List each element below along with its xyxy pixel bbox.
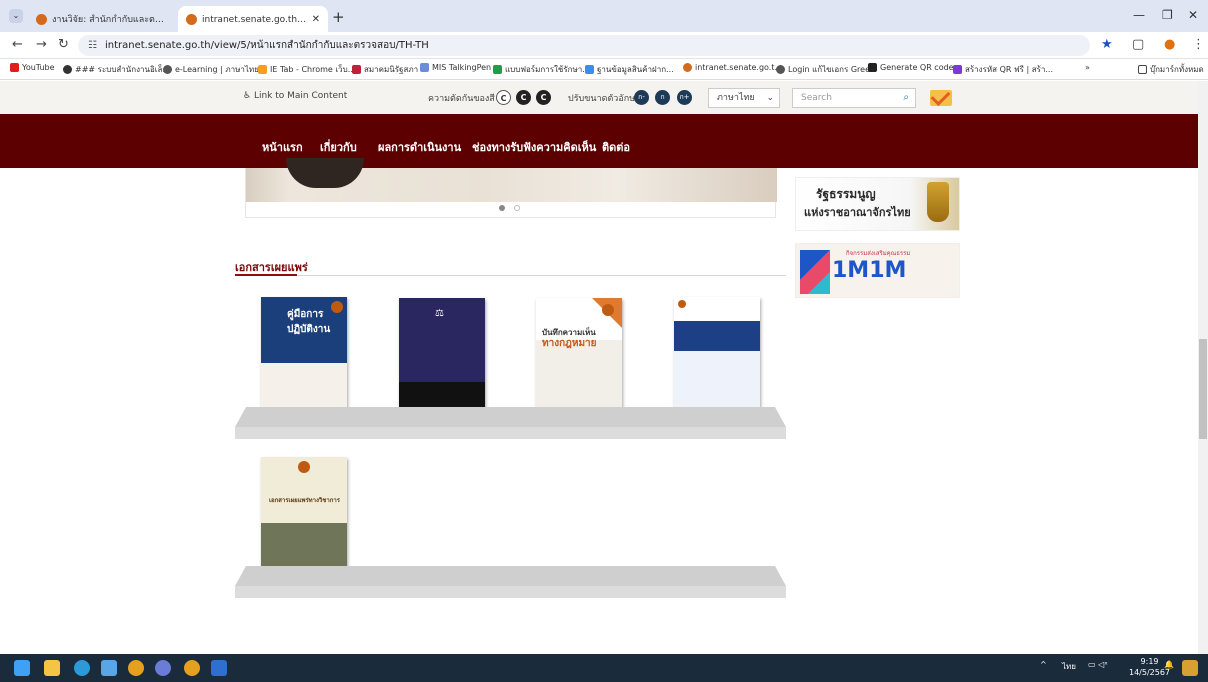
bookmark-item[interactable]: YouTube [10,63,55,72]
font-size-label: ปรับขนาดตัวอักษร [568,94,640,104]
url-field[interactable]: ☷ intranet.senate.go.th/view/5/หน้าแรกสำน… [78,35,1090,56]
back-icon[interactable]: ← [12,37,23,52]
windows-taskbar: ^ ไทย ▭ ◁ˣ 9:19 14/5/2567 🔔 [0,654,1208,682]
publication-book[interactable]: ⚖ [399,298,485,418]
bookmark-item[interactable]: IE Tab - Chrome เว็บ... [258,63,355,76]
moral-month-banner[interactable]: กิจกรรมส่งเสริมคุณธรรม 1M1M [795,243,960,298]
site-info-icon[interactable]: ☷ [88,40,97,51]
site-favicon-icon [36,13,47,25]
nav-about[interactable]: เกี่ยวกับ [320,138,357,156]
site-favicon-icon [186,13,197,25]
bookmark-item[interactable]: Login แก้ไขเอกร Green [776,63,875,76]
browser-menu-icon[interactable]: ⋮ [1192,37,1205,52]
contrast-label: ความตัดกันของสี [428,94,495,104]
forward-icon[interactable]: → [36,37,47,52]
bookmark-item[interactable]: แบบฟอร์มการใช้รักษา... [493,63,590,76]
font-decrease-button[interactable]: ก- [634,90,649,105]
bookmark-item[interactable]: intranet.senate.go.t... [683,63,782,72]
senate-emblem-icon [602,304,614,316]
store-icon[interactable] [101,660,117,676]
main-navigation: หน้าแรก เกี่ยวกับ ผลการดำเนินงาน ช่องทาง… [0,114,1198,168]
slider-dot-2[interactable] [514,205,520,211]
word-icon[interactable] [211,660,227,676]
browser-tab-1[interactable]: งานวิจัย: สำนักกำกับและตรวจสอบ × [28,6,176,32]
nav-home[interactable]: หน้าแรก [262,138,303,156]
bookmark-item[interactable]: Generate QR code [868,63,954,72]
mail-icon[interactable] [930,90,952,106]
close-window-icon[interactable]: ✕ [1188,8,1198,22]
browser-tab-2[interactable]: intranet.senate.go.th/view/5/หน้า ✕ [178,6,328,32]
contrast-normal-button[interactable]: C [496,90,511,105]
senate-emblem-icon [298,461,310,473]
extensions-icon[interactable]: ▢ [1132,37,1144,52]
edge-icon[interactable] [74,660,90,676]
publication-book[interactable] [674,297,760,417]
chrome-profile-icon[interactable] [184,660,200,676]
senate-emblem-icon [678,300,686,308]
bookmark-item[interactable]: ฐานข้อมูลสินค้าฝาก... [585,63,674,76]
search-input[interactable]: Search ⌕ [792,88,916,108]
browser-tab-bar: ⌄ งานวิจัย: สำนักกำกับและตรวจสอบ × intra… [0,0,1208,32]
publication-book[interactable]: เอกสารเผยแพร่ทางวิชาการ [261,457,347,577]
contrast-dark-button[interactable]: C [516,90,531,105]
chrome-icon[interactable] [128,660,144,676]
hero-slider [245,158,777,218]
font-normal-button[interactable]: ก [655,90,670,105]
nav-feedback[interactable]: ช่องทางรับฟังความคิดเห็น [472,138,596,156]
tab-search-icon[interactable]: ⌄ [9,9,23,23]
publication-book[interactable]: คู่มือการปฏิบัติงาน [261,297,347,417]
bookmarks-bar: YouTube ### ระบบสำนักงานอิเล็... e-Learn… [0,59,1208,80]
notification-bell-icon[interactable]: 🔔 [1164,660,1174,669]
constitution-banner[interactable]: รัฐธรรมนูญ แห่งราชอาณาจักรไทย [795,177,960,231]
bookmark-item[interactable]: สมาคมนิรัฐสภา [352,63,418,76]
link-main-content[interactable]: ♿ Link to Main Content [243,91,347,101]
slider-dot-1[interactable] [499,205,505,211]
page-scrollbar[interactable] [1198,81,1208,654]
bookmark-item[interactable]: e-Learning | ภาษาไทย... [163,63,266,76]
new-tab-button[interactable]: + [332,8,345,26]
minimize-icon[interactable]: — [1133,8,1145,22]
nav-performance[interactable]: ผลการดำเนินงาน [378,138,461,156]
bookmark-item[interactable]: สร้างรหัส QR ฟรี | สร้า... [953,63,1053,76]
restore-icon[interactable]: ❐ [1162,8,1173,22]
chevron-down-icon: ⌄ [766,93,774,103]
section-divider [235,274,786,276]
bookmark-item[interactable]: ### ระบบสำนักงานอิเล็... [63,63,170,76]
nav-contact[interactable]: ติดต่อ [602,138,630,156]
scrollbar-thumb[interactable] [1199,339,1207,439]
close-tab-icon[interactable]: ✕ [312,14,320,25]
contrast-yellow-button[interactable]: C [536,90,551,105]
scales-icon: ⚖ [435,308,444,319]
book-shelf [235,566,786,598]
search-icon[interactable]: ⌕ [903,89,909,107]
network-volume-icon[interactable]: ▭ ◁ˣ [1088,660,1108,669]
input-language[interactable]: ไทย [1062,660,1076,673]
publication-book[interactable]: บันทึกความเห็น ทางกฎหมาย [536,298,622,418]
book-shelf [235,407,786,439]
slide-image[interactable] [246,158,777,202]
copilot-icon[interactable] [1182,660,1198,676]
accessibility-bar: ♿ Link to Main Content ความตัดกันของสี C… [0,81,1198,114]
bookmark-item[interactable]: MIS TalkingPen [420,63,491,72]
address-bar-row: ← → ↻ ☷ intranet.senate.go.th/view/5/หน้า… [0,32,1208,59]
abstract-logo-icon [800,250,830,294]
all-bookmarks[interactable]: บุ๊กมาร์กทั้งหมด [1138,63,1204,76]
windows-start-icon[interactable] [14,660,30,676]
bookmark-star-icon[interactable]: ★ [1101,37,1113,52]
reload-icon[interactable]: ↻ [58,37,69,52]
profile-avatar[interactable]: ● [1164,37,1175,52]
bookmarks-overflow[interactable]: » [1085,63,1090,72]
font-increase-button[interactable]: ก+ [677,90,692,105]
file-explorer-icon[interactable] [44,660,60,676]
language-select[interactable]: ภาษาไทย ⌄ [708,88,780,108]
app-icon[interactable] [155,660,171,676]
tray-chevron-icon[interactable]: ^ [1040,660,1047,669]
offering-tray-icon [927,182,949,222]
